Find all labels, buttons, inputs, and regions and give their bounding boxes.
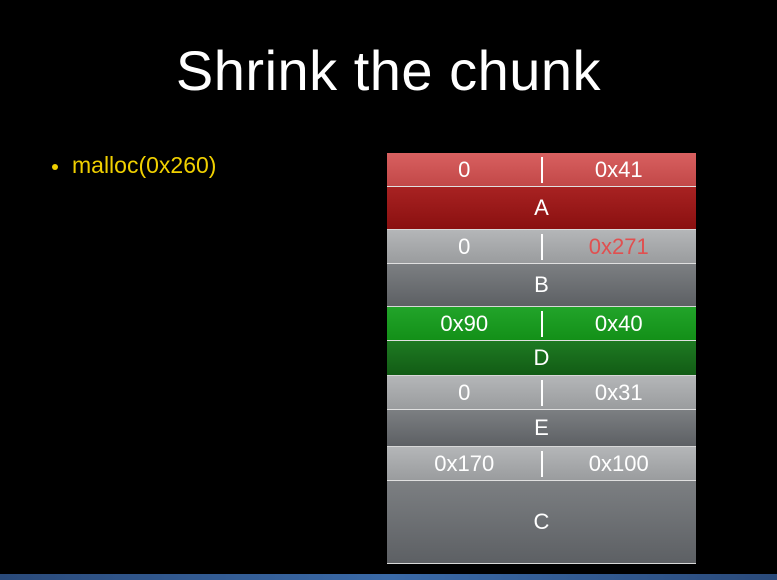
chunk-e: 0 0x31 E	[387, 376, 696, 447]
chunk-c-size: 0x100	[588, 450, 649, 476]
chunk-e-body: E	[387, 410, 696, 446]
chunk-c-prev-size: 0x170	[434, 450, 495, 476]
chunk-d: 0x90 0x40 D	[387, 307, 696, 376]
chunk-e-prev-size: 0	[458, 379, 471, 405]
chunk-b-prev-size: 0	[458, 233, 471, 259]
bullet-dot-icon	[52, 163, 58, 170]
slide-title: Shrink the chunk	[175, 39, 602, 102]
chunk-a-header: 0 0x41	[387, 153, 696, 187]
chunk-d-body: D	[387, 341, 696, 375]
bottom-strip	[0, 574, 777, 580]
chunk-c-divider	[541, 451, 543, 477]
heap-diagram: 0 0x41 A 0 0x271 B 0x90 0x40 D 0 0x31 E …	[387, 153, 696, 564]
slide: Shrink the chunk malloc(0x260) 0 0x41 A …	[0, 0, 777, 580]
chunk-a-body: A	[387, 187, 696, 229]
chunk-c: 0x170 0x100 C	[387, 447, 696, 564]
bullet-item: malloc(0x260)	[52, 152, 216, 179]
chunk-d-size: 0x40	[594, 310, 643, 336]
chunk-a-divider	[541, 157, 543, 183]
chunk-b: 0 0x271 B	[387, 230, 696, 307]
chunk-b-size: 0x271	[588, 233, 649, 259]
chunk-b-body: B	[387, 264, 696, 306]
bullet-text: malloc(0x260)	[72, 152, 217, 178]
chunk-e-divider	[541, 380, 543, 406]
chunk-e-header: 0 0x31	[387, 376, 696, 410]
chunk-d-divider	[541, 311, 543, 337]
chunk-a-prev-size: 0	[458, 156, 471, 182]
chunk-d-prev-size: 0x90	[440, 310, 489, 336]
chunk-a: 0 0x41 A	[387, 153, 696, 230]
chunk-b-divider	[541, 234, 543, 260]
chunk-d-header: 0x90 0x40	[387, 307, 696, 341]
bullet-list: malloc(0x260)	[52, 152, 216, 179]
chunk-b-header: 0 0x271	[387, 230, 696, 264]
chunk-c-body: C	[387, 481, 696, 563]
chunk-a-size: 0x41	[594, 156, 643, 182]
chunk-e-size: 0x31	[594, 379, 643, 405]
chunk-c-header: 0x170 0x100	[387, 447, 696, 481]
